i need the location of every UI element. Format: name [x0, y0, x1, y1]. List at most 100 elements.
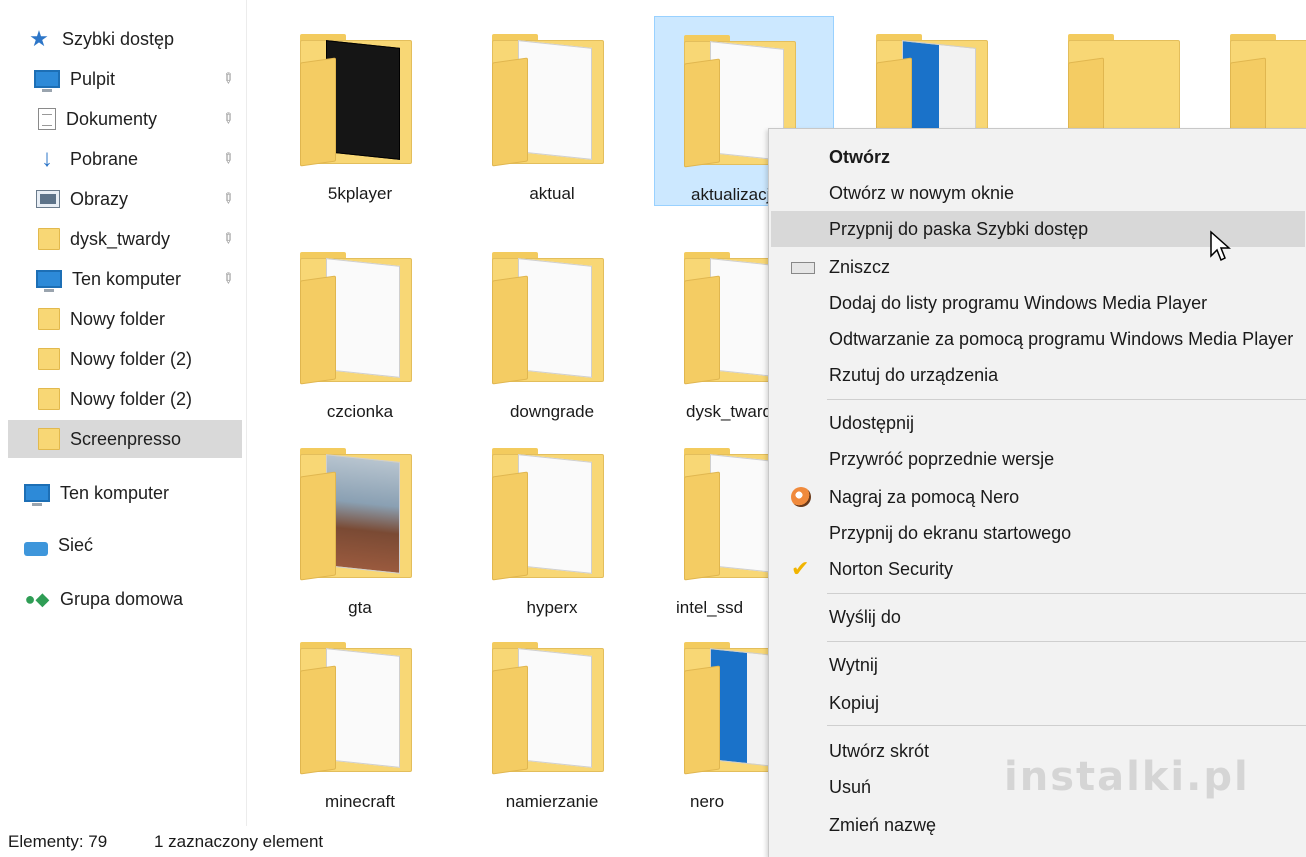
folder-name: downgrade [509, 402, 595, 421]
pin-icon[interactable]: ✎ [218, 228, 239, 248]
status-bar: Elementy: 79 1 zaznaczony element [0, 826, 1306, 856]
folder-icon [38, 428, 60, 450]
folder-name: aktual [529, 184, 575, 203]
menu-item-open-new-window[interactable]: Otwórz w nowym oknie [771, 175, 1305, 211]
menu-label: Otwórz [829, 146, 890, 167]
menu-item-send-to[interactable]: Wyślij do [771, 599, 1305, 635]
menu-label: Otwórz w nowym oknie [829, 182, 1015, 203]
folder-icon [492, 252, 612, 385]
menu-item-norton[interactable]: ✔ Norton Security [771, 551, 1305, 587]
nav-item-documents[interactable]: Dokumenty ✎ [8, 100, 242, 138]
menu-item-burn-nero[interactable]: Nagraj za pomocą Nero [771, 479, 1305, 515]
folder-item-namierzanie[interactable]: namierzanie [462, 624, 642, 814]
menu-label: Przypnij do paska Szybki dostęp [829, 218, 1089, 239]
menu-label: Usuń [829, 776, 872, 797]
menu-label: Utwórz skrót [829, 740, 930, 761]
computer-icon [36, 270, 62, 292]
nav-label: Ten komputer [72, 268, 182, 289]
menu-item-add-wmp-list[interactable]: Dodaj do listy programu Windows Media Pl… [771, 285, 1305, 321]
mouse-cursor-icon [1210, 230, 1231, 262]
folder-icon [300, 642, 420, 775]
folder-icon [300, 448, 420, 581]
folder-icon [492, 642, 612, 775]
nav-label: Szybki dostęp [62, 28, 175, 49]
menu-item-open[interactable]: Otwórz [771, 139, 1305, 175]
watermark: instalki.pl [1004, 754, 1250, 800]
nav-item-nowy-folder-2[interactable]: Nowy folder (2) [8, 340, 242, 378]
folder-item-5kplayer[interactable]: 5kplayer [270, 16, 450, 206]
menu-separator [827, 399, 1306, 400]
item-count: Elementy: 79 [8, 832, 108, 851]
menu-item-cast-to-device[interactable]: Rzutuj do urządzenia [771, 357, 1305, 393]
folder-item-czcionka[interactable]: czcionka [270, 234, 450, 424]
nav-item-this-pc-pinned[interactable]: Ten komputer ✎ [8, 260, 242, 298]
selection-count: 1 zaznaczony element [154, 832, 324, 851]
norton-checkmark-icon: ✔ [791, 556, 810, 581]
nav-label: Nowy folder (2) [70, 348, 193, 369]
menu-item-share[interactable]: Udostępnij [771, 405, 1305, 441]
menu-label: Nagraj za pomocą Nero [829, 486, 1020, 507]
menu-label: Rzutuj do urządzenia [829, 364, 999, 385]
folder-icon [300, 34, 420, 167]
folder-item-minecraft[interactable]: minecraft [270, 624, 450, 814]
folder-item-downgrade[interactable]: downgrade [462, 234, 642, 424]
menu-separator [827, 641, 1306, 642]
menu-label: Wyślij do [829, 606, 901, 627]
menu-item-restore-versions[interactable]: Przywróć poprzednie wersje [771, 441, 1305, 477]
menu-label: Kopiuj [829, 692, 880, 713]
pin-icon[interactable]: ✎ [218, 188, 239, 208]
folder-icon [38, 228, 60, 250]
pin-icon[interactable]: ✎ [218, 108, 239, 128]
folder-item-aktual[interactable]: aktual [462, 16, 642, 206]
menu-label: Zniszcz [829, 256, 891, 277]
pin-icon[interactable]: ✎ [218, 68, 239, 88]
shredder-icon [791, 262, 815, 274]
pictures-icon [36, 190, 60, 208]
nav-quick-access[interactable]: ★ Szybki dostęp [8, 20, 242, 58]
nav-item-desktop[interactable]: Pulpit ✎ [8, 60, 242, 98]
menu-separator [827, 725, 1306, 726]
nav-label: Nowy folder (2) [70, 388, 193, 409]
nav-label: Obrazy [70, 188, 129, 209]
nav-homegroup[interactable]: ●◆ Grupa domowa [8, 580, 242, 618]
menu-label: Norton Security [829, 558, 954, 579]
folder-icon [492, 34, 612, 167]
folder-icon [492, 448, 612, 581]
nav-this-pc[interactable]: Ten komputer [8, 474, 242, 512]
menu-separator [827, 593, 1306, 594]
folder-name: namierzanie [505, 792, 599, 811]
menu-item-copy[interactable]: Kopiuj [771, 685, 1305, 721]
nav-item-pictures[interactable]: Obrazy ✎ [8, 180, 242, 218]
pin-icon[interactable]: ✎ [218, 268, 239, 288]
nav-item-downloads[interactable]: ↓ Pobrane ✎ [8, 140, 242, 178]
nav-network[interactable]: Sieć [8, 526, 242, 564]
nav-label: Pulpit [70, 68, 116, 89]
menu-label: Przypnij do ekranu startowego [829, 522, 1072, 543]
nav-item-dysk-twardy[interactable]: dysk_twardy ✎ [8, 220, 242, 258]
nav-label: Sieć [58, 534, 94, 555]
nav-label: dysk_twardy [70, 228, 171, 249]
menu-item-cut[interactable]: Wytnij [771, 647, 1305, 683]
menu-label: Przywróć poprzednie wersje [829, 448, 1055, 469]
pin-icon[interactable]: ✎ [218, 148, 239, 168]
folder-name: minecraft [325, 792, 395, 811]
folder-name: czcionka [326, 402, 394, 421]
nav-item-screenpresso[interactable]: Screenpresso [8, 420, 242, 458]
folder-name: gta [348, 598, 372, 617]
nav-label: Grupa domowa [60, 588, 184, 609]
nav-item-nowy-folder-2b[interactable]: Nowy folder (2) [8, 380, 242, 418]
menu-item-pin-start[interactable]: Przypnij do ekranu startowego [771, 515, 1305, 551]
menu-label: Udostępnij [829, 412, 915, 433]
navigation-pane: ★ Szybki dostęp Pulpit ✎ Dokumenty ✎ ↓ P… [0, 0, 247, 826]
folder-name: hyperx [526, 598, 578, 617]
nav-label: Ten komputer [60, 482, 170, 503]
desktop-icon [34, 70, 60, 92]
nav-item-nowy-folder[interactable]: Nowy folder [8, 300, 242, 338]
menu-item-play-wmp[interactable]: Odtwarzanie za pomocą programu Windows M… [771, 321, 1305, 357]
nav-label: Screenpresso [70, 428, 182, 449]
folder-item-hyperx[interactable]: hyperx [462, 430, 642, 620]
menu-label: Odtwarzanie za pomocą programu Windows M… [829, 328, 1294, 349]
menu-label: Dodaj do listy programu Windows Media Pl… [829, 292, 1208, 313]
folder-item-gta[interactable]: gta [270, 430, 450, 620]
network-icon [24, 542, 48, 556]
